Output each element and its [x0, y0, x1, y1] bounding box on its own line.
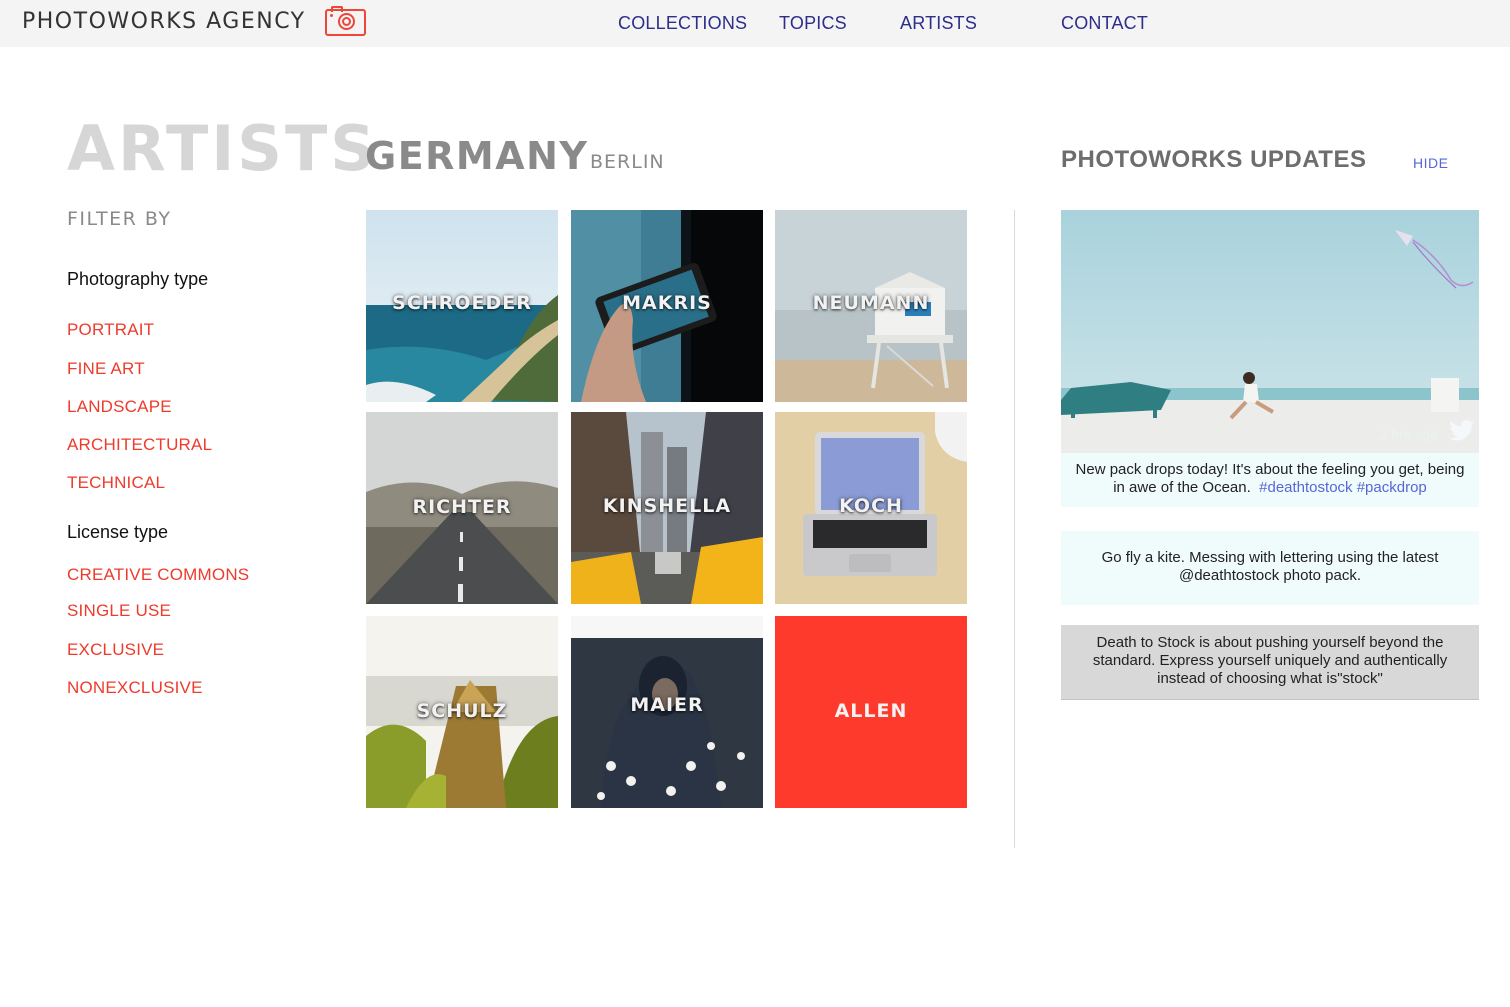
artist-name: KINSHELLA [602, 495, 732, 517]
photography-type-label: Photography type [67, 269, 209, 289]
camera-icon[interactable] [325, 6, 366, 36]
twitter-icon[interactable] [1449, 420, 1474, 441]
updates-title: PHOTOWORKS UPDATES [1061, 146, 1367, 173]
filter-technical[interactable]: TECHNICAL [67, 473, 165, 493]
nav-contact[interactable]: CONTACT [1061, 13, 1148, 34]
hashtag-link[interactable]: #deathtostock [1259, 479, 1352, 496]
artist-tile-allen[interactable]: ALLEN [775, 616, 967, 808]
artist-name: NEUMANN [812, 292, 930, 314]
page-title: ARTISTS [67, 112, 378, 185]
artist-name: ALLEN [834, 700, 908, 722]
artist-name: KOCH [839, 495, 903, 517]
beach-kite-photo[interactable]: 2 hrs ago [1061, 210, 1479, 453]
artist-tile-koch[interactable]: KOCH [775, 412, 967, 604]
filter-architectural[interactable]: ARCHITECTURAL [67, 435, 212, 455]
artist-tile-schulz[interactable]: SCHULZ [366, 616, 558, 808]
filter-heading: FILTER BY [67, 208, 172, 230]
post-timestamp: 2 hrs ago [1379, 426, 1438, 442]
filter-single-use[interactable]: SINGLE USE [67, 601, 171, 621]
post-text: Death to Stock is about pushing yourself… [1092, 634, 1448, 687]
filter-creative-commons[interactable]: CREATIVE COMMONS [67, 565, 249, 585]
top-bar: PHOTOWORKS AGENCY COLLECTIONS TOPICS ART… [0, 0, 1510, 47]
artist-name: MAKRIS [622, 292, 712, 314]
column-divider [1014, 210, 1015, 848]
artist-tile-kinshella[interactable]: KINSHELLA [571, 412, 763, 604]
city-heading: BERLIN [590, 151, 665, 173]
filter-fine-art[interactable]: FINE ART [67, 359, 145, 379]
artist-tile-neumann[interactable]: NEUMANN [775, 210, 967, 402]
filter-nonexclusive[interactable]: NONEXCLUSIVE [67, 678, 203, 698]
artist-tile-maier[interactable]: MAIER [571, 616, 763, 808]
nav-topics[interactable]: TOPICS [779, 13, 847, 34]
filter-exclusive[interactable]: EXCLUSIVE [67, 640, 164, 660]
update-post: Death to Stock is about pushing yourself… [1061, 625, 1479, 700]
artist-tile-richter[interactable]: RICHTER [366, 412, 558, 604]
license-type-label: License type [67, 522, 169, 542]
nav-collections[interactable]: COLLECTIONS [618, 13, 747, 34]
update-post: New pack drops today! It's about the fee… [1061, 453, 1479, 507]
artist-name: SCHULZ [416, 700, 508, 722]
artist-tile-makris[interactable]: MAKRIS [571, 210, 763, 402]
country-heading: GERMANY [365, 134, 589, 178]
artist-name: RICHTER [412, 496, 512, 518]
artist-tile-schroeder[interactable]: SCHROEDER [366, 210, 558, 402]
artist-name: SCHROEDER [392, 292, 532, 314]
hashtag-link[interactable]: #packdrop [1357, 479, 1427, 496]
filter-portrait[interactable]: PORTRAIT [67, 320, 154, 340]
post-text: Go fly a kite. Messing with lettering us… [1101, 549, 1439, 584]
update-post: Go fly a kite. Messing with lettering us… [1061, 531, 1479, 605]
filter-landscape[interactable]: LANDSCAPE [67, 397, 172, 417]
hide-updates-link[interactable]: HIDE [1413, 155, 1448, 171]
nav-artists[interactable]: ARTISTS [900, 13, 977, 34]
artist-name: MAIER [630, 694, 704, 716]
brand-logo-text[interactable]: PHOTOWORKS AGENCY [22, 9, 306, 34]
